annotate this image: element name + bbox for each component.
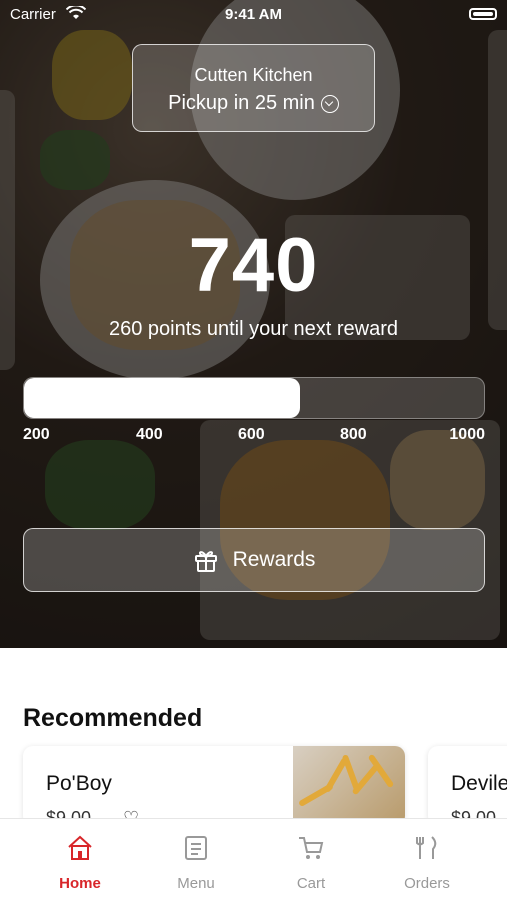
tick-label: 600: [238, 426, 265, 443]
rewards-progress-bar: [23, 377, 485, 419]
points-until-reward: 260 points until your next reward: [108, 318, 399, 340]
status-bar: Carrier 9:41 AM: [0, 0, 507, 30]
menu-book-icon: [185, 836, 207, 860]
recommended-title: Recommended: [23, 704, 203, 732]
status-time: 9:41 AM: [225, 6, 282, 23]
gift-icon: [194, 551, 217, 572]
chevron-down-icon: [320, 94, 339, 113]
progress-ticks: 200 400 600 800 1000: [23, 426, 485, 446]
tab-cart[interactable]: Cart: [248, 819, 374, 901]
tab-label: Menu: [177, 875, 215, 892]
tick-label: 200: [23, 426, 50, 443]
recommended-item-card[interactable]: Deviled $9.00: [428, 746, 507, 826]
location-selector[interactable]: Cutten Kitchen Pickup in 25 min: [132, 44, 375, 132]
tick-label: 400: [136, 426, 163, 443]
tab-bar: Home Menu Cart Orders: [0, 818, 507, 901]
tick-label: 800: [340, 426, 367, 443]
rewards-progress-fill: [24, 378, 300, 418]
home-icon: [68, 835, 92, 860]
tab-orders[interactable]: Orders: [364, 819, 490, 901]
item-image: [293, 746, 405, 826]
tab-home[interactable]: Home: [17, 819, 143, 901]
battery-icon: [469, 8, 497, 20]
recommended-item-card[interactable]: Po'Boy $9.00 ♡: [23, 746, 405, 826]
store-name: Cutten Kitchen: [194, 65, 313, 85]
tab-menu[interactable]: Menu: [133, 819, 259, 901]
tick-label: 1000: [449, 426, 485, 443]
pickup-time: Pickup in 25 min: [168, 92, 315, 114]
item-name: Deviled: [451, 772, 507, 795]
tab-label: Cart: [296, 875, 326, 892]
points-balance: 740: [188, 223, 319, 308]
rewards-button-label: Rewards: [232, 548, 316, 571]
tab-label: Home: [59, 875, 101, 892]
cart-icon: [299, 837, 324, 859]
rewards-button[interactable]: Rewards: [23, 528, 485, 592]
tab-label: Orders: [404, 875, 450, 892]
item-name: Po'Boy: [46, 772, 112, 795]
fork-knife-icon: [416, 836, 437, 859]
